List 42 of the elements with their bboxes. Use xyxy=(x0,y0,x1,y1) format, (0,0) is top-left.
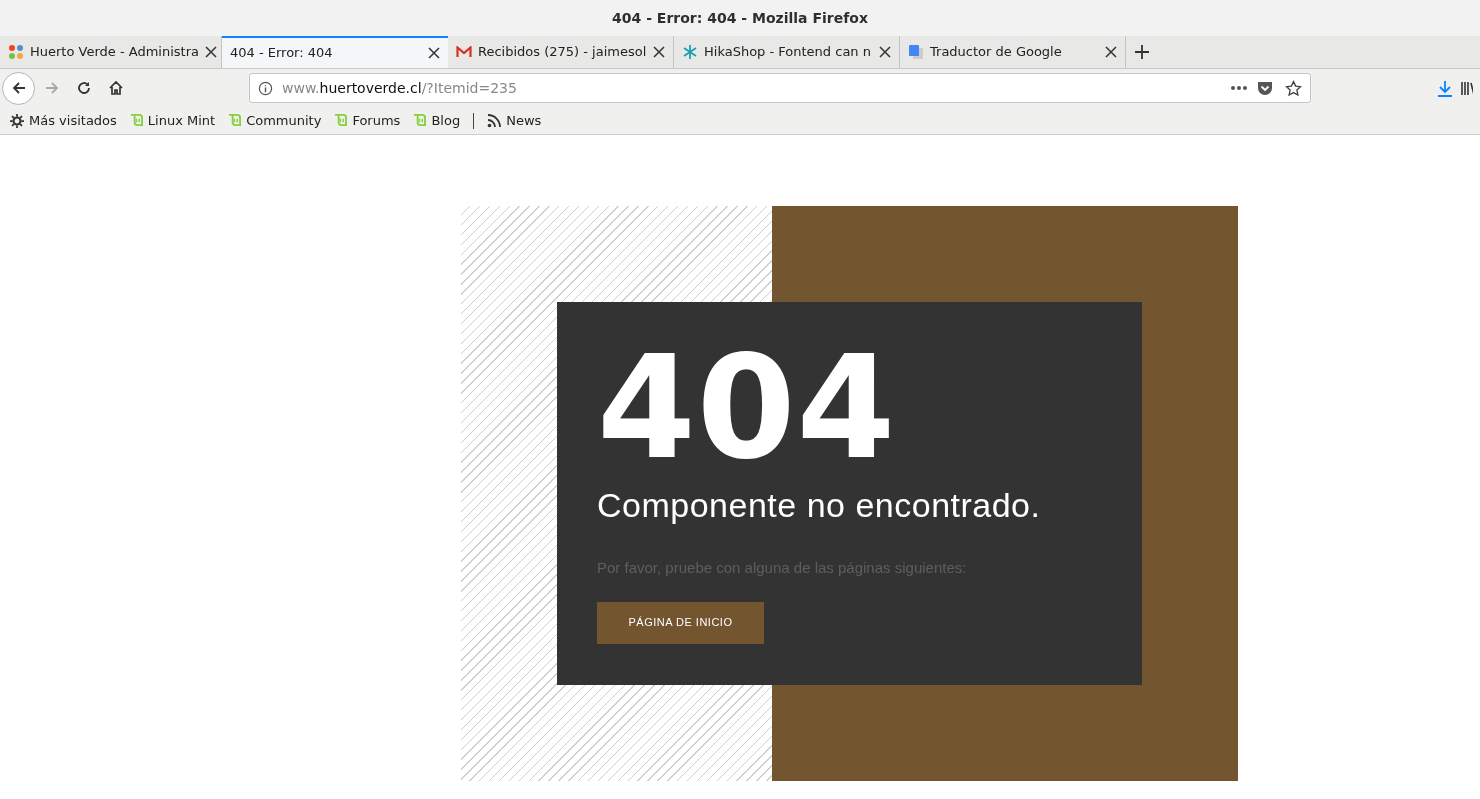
rss-icon xyxy=(487,113,502,128)
bookmark-item[interactable]: Linux Mint xyxy=(129,110,216,131)
close-icon[interactable] xyxy=(1105,46,1117,58)
bookmark-item[interactable]: Más visitados xyxy=(10,110,117,131)
mail-icon xyxy=(456,46,472,58)
close-icon[interactable] xyxy=(204,46,217,58)
close-icon[interactable] xyxy=(879,46,891,58)
address-bar[interactable]: www.huertoverde.cl/?Itemid=235 xyxy=(249,73,1311,103)
window-title: 404 - Error: 404 - Mozilla Firefox xyxy=(612,8,868,28)
star-icon[interactable] xyxy=(1285,79,1302,97)
gear-icon xyxy=(10,113,24,128)
browser-tab[interactable]: 404 - Error: 404 xyxy=(222,36,448,68)
back-arrow-icon xyxy=(10,80,27,96)
pocket-icon[interactable] xyxy=(1257,80,1273,96)
translate-icon xyxy=(908,44,924,60)
new-tab-icon[interactable] xyxy=(1134,44,1150,60)
bookmark-item[interactable]: Blog xyxy=(413,110,461,131)
leaf-icon xyxy=(129,114,143,127)
leaf-icon xyxy=(228,114,242,127)
flower-icon xyxy=(8,44,24,60)
url-text: www.huertoverde.cl/?Itemid=235 xyxy=(282,78,517,98)
more-icon[interactable] xyxy=(1230,85,1248,91)
browser-tab[interactable]: HikaShop - Fontend can n xyxy=(674,36,900,68)
home-icon[interactable] xyxy=(108,80,124,96)
error-message: Componente no encontrado. xyxy=(597,485,1041,526)
bookmark-item[interactable]: Forums xyxy=(334,110,401,131)
browser-tab[interactable]: Traductor de Google xyxy=(900,36,1126,68)
home-page-button[interactable]: PÁGINA DE INICIO xyxy=(597,601,764,644)
reload-icon[interactable] xyxy=(76,80,92,96)
bookmark-item[interactable]: News xyxy=(487,110,542,131)
asterisk-icon xyxy=(682,44,698,60)
leaf-icon xyxy=(413,114,427,127)
info-icon[interactable] xyxy=(258,80,273,96)
error-code: 404 xyxy=(597,348,897,468)
back-button[interactable] xyxy=(2,71,35,105)
download-icon[interactable] xyxy=(1437,79,1453,97)
close-icon[interactable] xyxy=(428,47,440,59)
library-icon[interactable] xyxy=(1461,80,1473,96)
browser-tab[interactable]: Recibidos (275) - jaimesol xyxy=(448,36,674,68)
bookmark-item[interactable]: Community xyxy=(228,110,322,131)
leaf-icon xyxy=(334,114,348,127)
close-icon[interactable] xyxy=(653,46,665,58)
